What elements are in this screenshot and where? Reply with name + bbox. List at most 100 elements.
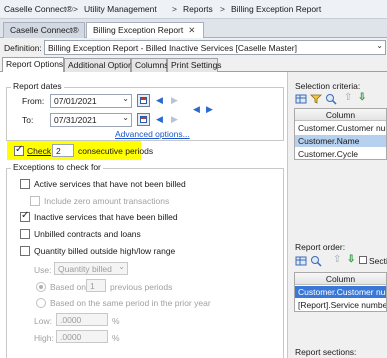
tab-additional-options[interactable]: Additional Options	[64, 58, 137, 72]
grid-icon[interactable]	[295, 255, 307, 267]
section-label: Secti	[369, 256, 387, 266]
next-period-icon[interactable]: ▶	[170, 113, 179, 126]
to-label: To:	[22, 115, 34, 125]
previous-period-icon[interactable]: ◀	[155, 113, 164, 126]
move-down-icon[interactable]: ⇩	[358, 92, 366, 103]
check-periods-checkbox[interactable]	[14, 144, 24, 156]
report-sections-title: Report sections:	[295, 347, 357, 357]
table-row[interactable]: Customer.Customer number	[295, 122, 386, 134]
definition-value: Billing Exception Report - Billed Inacti…	[48, 43, 297, 53]
definition-row: Definition: Billing Exception Report - B…	[0, 38, 387, 57]
edit-icon[interactable]	[325, 93, 337, 105]
filter-icon[interactable]	[310, 93, 322, 105]
move-down-icon[interactable]: ⇩	[347, 254, 355, 265]
next-range-icon[interactable]: ▶	[205, 103, 214, 116]
report-order-title: Report order:	[295, 242, 346, 252]
active-not-billed-label: Active services that have not been bille…	[34, 179, 186, 189]
tab-report-options[interactable]: Report Options	[2, 57, 64, 73]
criteria-panel: Selection criteria: ⇧ ⇩ Column Customer.…	[289, 72, 387, 358]
chevron-down-icon: ⌄	[376, 41, 383, 50]
table-row[interactable]: [Report].Service number	[295, 299, 386, 311]
inactive-billed-label: Inactive services that have been billed	[34, 212, 178, 222]
same-period-label: Based on the same period in the prior ye…	[50, 298, 211, 308]
low-input[interactable]: .0000	[56, 313, 108, 326]
to-date-value: 07/31/2021	[54, 115, 97, 125]
option-tabs: Report Options Additional Options Column…	[0, 57, 387, 73]
breadcrumb-current: Billing Exception Report	[231, 4, 322, 14]
selection-criteria-grid: Column Customer.Customer number Customer…	[294, 108, 387, 160]
inactive-billed-checkbox[interactable]	[20, 210, 30, 222]
unbilled-contracts-label: Unbilled contracts and loans	[34, 229, 141, 239]
from-label: From:	[22, 96, 45, 106]
based-on-label: Based on	[50, 282, 86, 292]
definition-label: Definition:	[4, 43, 42, 53]
edit-icon[interactable]	[310, 255, 322, 267]
report-order-grid: Column Customer.Customer number [Report]…	[294, 272, 387, 312]
consecutive-periods-label: consecutive periods	[78, 146, 154, 156]
previous-period-icon[interactable]: ◀	[155, 94, 164, 107]
breadcrumb-reports[interactable]: Reports	[183, 4, 213, 14]
report-dates-title: Report dates	[11, 81, 64, 91]
unbilled-contracts-checkbox[interactable]	[20, 229, 30, 239]
use-select[interactable]: Quantity billed ⌄	[54, 262, 128, 275]
table-row[interactable]: Customer.Cycle	[295, 148, 386, 159]
high-input[interactable]: .0000	[56, 330, 108, 343]
breadcrumb: Caselle Connect® > Utility Management > …	[0, 0, 387, 19]
previous-periods-input[interactable]: 1	[86, 279, 106, 292]
low-percent: %	[112, 316, 120, 326]
selection-criteria-title: Selection criteria:	[295, 81, 361, 91]
breadcrumb-home[interactable]: Caselle Connect®	[4, 4, 73, 14]
quantity-outside-checkbox[interactable]	[20, 246, 30, 256]
move-up-icon[interactable]: ⇧	[333, 254, 341, 265]
include-zero-label: Include zero amount transactions	[44, 196, 170, 206]
next-period-icon[interactable]: ▶	[170, 94, 179, 107]
chevron-down-icon[interactable]: ⌄	[122, 113, 129, 122]
calendar-icon[interactable]	[137, 94, 150, 107]
to-date-field[interactable]: 07/31/2021 ⌄	[50, 113, 132, 127]
close-icon[interactable]: ✕	[188, 25, 195, 35]
definition-select[interactable]: Billing Exception Report - Billed Inacti…	[44, 40, 386, 55]
breadcrumb-separator: >	[220, 4, 225, 14]
breadcrumb-utility-management[interactable]: Utility Management	[84, 4, 157, 14]
column-header: Column	[295, 273, 386, 285]
from-date-value: 07/01/2021	[54, 96, 97, 106]
high-percent: %	[112, 333, 120, 343]
low-value: .0000	[60, 315, 82, 325]
periods-input[interactable]: 2	[52, 144, 74, 157]
move-up-icon[interactable]: ⇧	[344, 92, 352, 103]
tab-print-settings[interactable]: Print Settings	[167, 58, 222, 72]
quantity-outside-label: Quantity billed outside high/low range	[34, 246, 176, 256]
grid-icon[interactable]	[295, 93, 307, 105]
include-zero-checkbox[interactable]	[30, 196, 40, 206]
calendar-icon[interactable]	[137, 113, 150, 126]
table-row[interactable]: Customer.Name	[295, 135, 386, 147]
exceptions-title: Exceptions to check for	[11, 162, 103, 172]
tab-label: Billing Exception Report	[93, 25, 184, 35]
tab-billing-exception-report[interactable]: Billing Exception Report ✕	[86, 22, 204, 39]
tab-columns[interactable]: Columns	[131, 58, 169, 72]
check-label: Check	[27, 146, 52, 156]
chevron-down-icon: ⌄	[118, 262, 125, 271]
section-checkbox[interactable]	[359, 256, 367, 264]
tab-caselle-connect[interactable]: Caselle Connect®	[3, 22, 85, 38]
same-period-radio[interactable]	[36, 298, 46, 308]
use-label: Use:	[34, 265, 52, 275]
column-header: Column	[295, 109, 386, 121]
chevron-down-icon[interactable]: ⌄	[122, 94, 129, 103]
previous-periods-label: previous periods	[110, 282, 173, 292]
high-label: High:	[34, 333, 54, 343]
based-on-radio[interactable]	[36, 282, 46, 292]
previous-range-icon[interactable]: ◀	[192, 103, 201, 116]
advanced-options-link[interactable]: Advanced options...	[115, 129, 190, 139]
low-label: Low:	[34, 316, 52, 326]
document-tabs: Caselle Connect® Billing Exception Repor…	[0, 19, 387, 39]
active-not-billed-checkbox[interactable]	[20, 179, 30, 189]
table-row[interactable]: Customer.Customer number	[295, 286, 386, 298]
periods-value: 2	[56, 146, 61, 156]
report-options-panel: Report dates From: 07/01/2021 ⌄ ◀ ▶ To: …	[0, 72, 288, 358]
from-date-field[interactable]: 07/01/2021 ⌄	[50, 94, 132, 108]
high-value: .0000	[60, 332, 82, 342]
use-value: Quantity billed	[58, 264, 112, 274]
tab-label: Caselle Connect®	[10, 25, 79, 35]
breadcrumb-separator: >	[172, 4, 177, 14]
